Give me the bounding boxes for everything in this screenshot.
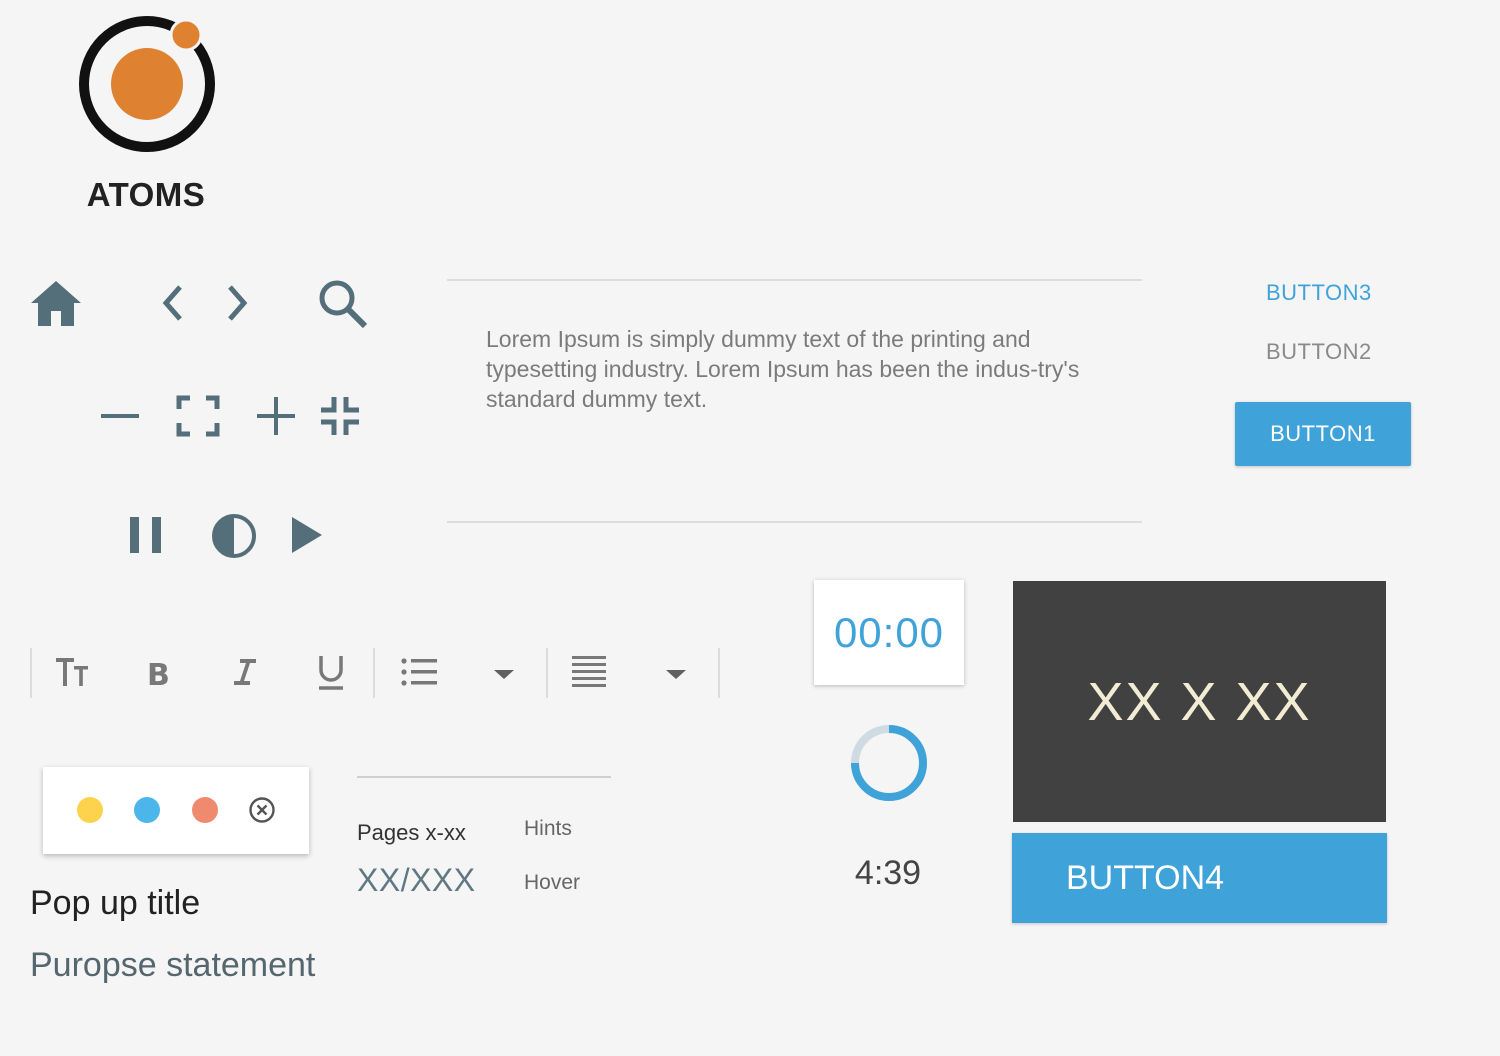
dropdown-arrow-icon[interactable] <box>484 652 524 692</box>
pages-label: Pages x-xx <box>357 820 466 845</box>
plus-icon[interactable] <box>254 394 298 438</box>
button3[interactable]: BUTTON3 <box>1266 280 1372 306</box>
hover-label[interactable]: Hover <box>524 871 580 895</box>
italic-icon[interactable] <box>226 652 266 692</box>
button2[interactable]: BUTTON2 <box>1266 339 1372 365</box>
bullet-list-icon[interactable] <box>399 652 439 692</box>
toolbar-separator <box>718 648 720 698</box>
search-icon[interactable] <box>316 278 370 330</box>
toolbar-separator <box>546 648 548 698</box>
color-swatch-coral[interactable] <box>192 797 218 823</box>
color-swatch-blue[interactable] <box>134 797 160 823</box>
purpose-statement: Puropse statement <box>30 946 316 984</box>
popup-title: Pop up title <box>30 884 201 922</box>
timer-card: 00:00 <box>814 580 964 685</box>
media-preview-label: XX X XX <box>1087 671 1312 732</box>
bold-icon[interactable]: B <box>140 652 180 692</box>
logo-title: ATOMS <box>86 176 206 213</box>
button1[interactable]: BUTTON1 <box>1235 402 1411 466</box>
toolbar-separator <box>30 648 32 698</box>
minus-icon[interactable] <box>99 396 141 436</box>
elapsed-time: 4:39 <box>854 854 922 892</box>
lorem-paragraph: Lorem Ipsum is simply dummy text of the … <box>486 326 1080 412</box>
hints-label: Hints <box>524 817 572 840</box>
chevron-left-icon[interactable] <box>158 283 186 323</box>
fullscreen-icon[interactable] <box>176 395 220 437</box>
close-circle-icon[interactable] <box>248 796 276 824</box>
dropdown-arrow-icon[interactable] <box>656 652 696 692</box>
media-preview[interactable]: XX X XX <box>1013 581 1386 822</box>
svg-text:B: B <box>147 658 170 692</box>
pagination-divider <box>357 776 611 778</box>
timer-display: 00:00 <box>833 608 945 656</box>
pages-value: XX/XXX <box>357 862 476 898</box>
align-justify-icon[interactable] <box>569 652 609 692</box>
play-icon[interactable] <box>288 514 326 556</box>
contrast-icon[interactable] <box>210 512 258 560</box>
exit-fullscreen-icon[interactable] <box>318 394 362 438</box>
divider-top <box>447 279 1142 281</box>
divider-bottom <box>447 521 1142 523</box>
color-swatch-yellow[interactable] <box>77 797 103 823</box>
text-size-icon[interactable] <box>54 652 94 692</box>
button4[interactable]: BUTTON4 <box>1012 833 1387 923</box>
pause-icon[interactable] <box>127 514 165 556</box>
chevron-right-icon[interactable] <box>224 283 252 323</box>
home-icon[interactable] <box>28 278 84 328</box>
underline-icon[interactable] <box>311 652 351 692</box>
atom-logo-icon <box>76 14 220 158</box>
progress-spinner-icon <box>848 722 930 804</box>
toolbar-separator <box>373 648 375 698</box>
